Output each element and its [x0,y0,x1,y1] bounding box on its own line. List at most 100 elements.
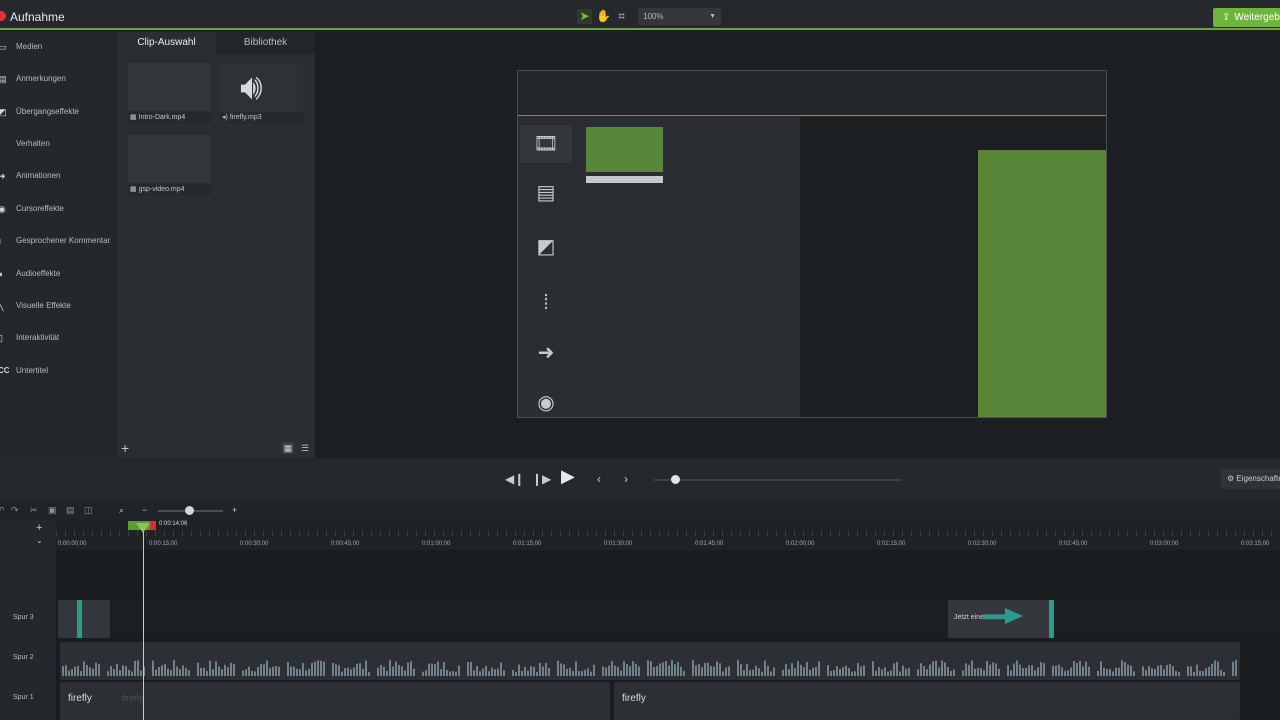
timeline-clip[interactable]: Jetzt eine [948,600,1054,638]
copy-icon[interactable]: ▣ [48,504,57,516]
clip-name: firefly.mp3 [229,114,262,121]
chevron-down-icon[interactable]: ⌄ [36,536,43,545]
search-icon[interactable]: ⌕ [119,504,124,516]
previous-icon[interactable]: ‹ [597,471,601,487]
arrow-icon [983,608,1023,624]
step-forward-icon[interactable]: ❙▶ [532,471,551,487]
transition-icon: ◩ [0,107,7,117]
cut-icon[interactable]: ✂ [30,504,38,516]
ruler-label: 0:02:45;00 [1059,541,1088,547]
sidebar-item-interactivity[interactable]: ▯ Interaktivität [0,328,117,348]
ruler-label: 0:01:45;00 [695,541,724,547]
sidebar-item-voice-narration[interactable]: ♩ Gesprochener Kommentar [0,231,117,251]
clip-label: Jetzt eine [954,614,984,621]
canvas-area: 🎞︎ ▤ ◩ ⁞ ➜ ◉ [315,32,1280,458]
clip-handle [1049,600,1054,638]
sidebar-item-cursor-effects[interactable]: ◉ Cursoreffekte [0,199,117,219]
media-clip[interactable]: ▦ Intro-Dark.mp4 [128,63,211,124]
playhead-line [143,530,144,720]
media-clip[interactable]: 🔊︎ ◂) firefly.mp3 [220,63,303,124]
properties-button[interactable]: ⚙ Eigenschaften [1221,469,1280,489]
zoom-in-icon[interactable]: + [232,504,237,516]
playhead-handle[interactable] [136,523,150,533]
ruler-label: 0:00:00;00 [58,541,87,547]
canvas-header [518,71,1106,116]
clip-thumbnail [128,63,211,111]
sidebar-item-label: Animationen [16,171,61,180]
track-row-1: firefly firefly firefly [56,680,1280,720]
chevron-down-icon: ▼ [709,13,716,20]
ghost-clip-label: firefly [122,693,144,703]
hand-tool-icon[interactable]: ✋ [596,9,611,24]
record-icon [0,11,6,21]
zoom-out-icon[interactable]: − [142,504,147,516]
sidebar-item-media[interactable]: ▭ Medien [0,37,117,57]
ruler-label: 0:02:15;00 [877,541,906,547]
play-icon[interactable]: ▶ [561,467,575,485]
grid-view-icon[interactable]: ▦ [282,442,294,454]
add-media-icon[interactable]: + [121,440,129,456]
sidebar-item-annotations[interactable]: ▤ Anmerkungen [0,69,117,89]
step-back-icon[interactable]: ◀❙ [505,471,524,487]
media-bin-panel: Clip-Auswahl Bibliothek ▦ Intro-Dark.mp4 … [117,32,315,458]
zoom-slider-knob[interactable] [185,506,194,515]
ruler-ticks [56,530,1280,536]
sidebar-item-label: Audioeffekte [16,269,61,278]
sidebar-item-captions[interactable]: CC Untertitel [0,361,117,381]
track-label: Spur 3 [13,614,34,621]
green-thumbnail [586,127,663,172]
sidebar-item-visual-effects[interactable]: ╲ Visuelle Effekte [0,296,117,316]
tab-library[interactable]: Bibliothek [216,32,315,54]
time-ruler[interactable]: 0:00:00;00 0:00:15;00 0:00:30;00 0:00:45;00… [56,520,1280,550]
behavior-icon: ⁞ [543,292,549,314]
playhead-out-marker[interactable] [150,521,156,530]
ruler-label: 0:02:30;00 [968,541,997,547]
audio-icon: ◂) [222,114,228,121]
preview-canvas[interactable]: 🎞︎ ▤ ◩ ⁞ ➜ ◉ [517,70,1107,418]
sidebar-item-audio-effects[interactable]: ◖ Audioeffekte [0,264,117,284]
cursor-icon: ◉ [0,204,6,214]
undo-icon[interactable]: ↶ [0,504,5,516]
canvas-middle-panel [574,117,800,417]
media-clip[interactable]: ▦ gsp-video.mp4 [128,135,211,196]
redo-icon[interactable]: ↷ [11,504,19,516]
thumbnail-bar [586,176,663,183]
list-view-icon[interactable]: ☰ [299,442,311,454]
ruler-label: 0:00:15;00 [149,541,178,547]
timeline-clip[interactable] [58,600,110,638]
timeline-toolbar: ↶ ↷ ✂ ▣ ▤ ◫ ⌕ − + [0,500,1280,520]
film-icon: 🎞︎ [520,125,572,163]
sidebar-item-label: Übergangseffekte [16,107,80,116]
clip-handle [77,600,82,638]
transition-icon: ◩ [536,236,556,258]
paste-icon[interactable]: ▤ [66,504,75,516]
sidebar-item-label: Untertitel [16,366,49,375]
track-headers: + ⌄ Spur 3 Spur 2 Spur 1 [0,520,56,720]
clip-label: firefly [622,693,646,704]
captions-icon: CC [0,366,10,375]
track-label: Spur 1 [13,694,34,701]
ruler-label: 0:00:45;00 [331,541,360,547]
scrubber-knob[interactable] [671,475,680,484]
sidebar-item-label: Interaktivität [16,333,60,342]
sidebar-item-animations[interactable]: ➜ Animationen [0,166,117,186]
add-track-icon[interactable]: + [36,522,42,534]
sidebar-item-transitions[interactable]: ◩ Übergangseffekte [0,102,117,122]
split-icon[interactable]: ◫ [84,504,93,516]
next-icon[interactable]: › [624,471,628,487]
tab-clip-selection[interactable]: Clip-Auswahl [117,32,216,54]
tools-sidebar: ▭ Medien ▤ Anmerkungen ◩ Übergangseffekt… [0,32,117,458]
audio-clip[interactable]: firefly [614,682,1240,720]
ruler-label: 0:01:15;00 [513,541,542,547]
select-tool-icon[interactable]: ➤ [577,9,592,24]
audio-clip[interactable] [60,642,1240,680]
playback-scrubber[interactable] [654,479,902,481]
canvas-preview-region [800,117,1106,417]
sidebar-item-behaviors[interactable]: ⁞ Verhalten [0,134,117,154]
crop-tool-icon[interactable]: ⌗ [614,9,629,24]
media-icon: ▭ [0,42,7,52]
clip-name: gsp-video.mp4 [138,186,185,193]
share-button[interactable]: ⇪Weitergeben [1213,8,1280,27]
zoom-select[interactable]: 100% ▼ [638,8,721,25]
ruler-label: 0:02:00;00 [786,541,815,547]
